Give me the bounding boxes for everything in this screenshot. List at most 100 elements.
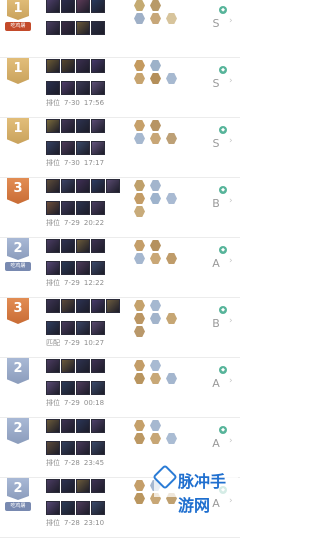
grade-icon: ◆ xyxy=(219,186,227,194)
champion-portrait[interactable] xyxy=(91,321,105,335)
champion-portrait[interactable] xyxy=(76,179,90,193)
champion-portrait[interactable] xyxy=(46,0,60,13)
champion-portrait[interactable] xyxy=(91,441,105,455)
champion-portrait[interactable] xyxy=(61,179,75,193)
champion-portrait[interactable] xyxy=(61,321,75,335)
champion-portrait[interactable] xyxy=(61,261,75,275)
champion-portrait[interactable] xyxy=(46,321,60,335)
champion-portrait[interactable] xyxy=(61,441,75,455)
chevron-right-icon[interactable]: › xyxy=(229,136,233,146)
champion-portrait[interactable] xyxy=(76,201,90,215)
champion-portrait[interactable] xyxy=(46,441,60,455)
champion-portrait[interactable] xyxy=(61,419,75,433)
match-grade: S xyxy=(212,17,220,30)
champion-portrait[interactable] xyxy=(61,479,75,493)
match-row[interactable]: 1 排位 7-30 17:56 ◆ S › xyxy=(0,58,240,118)
champion-portrait[interactable] xyxy=(61,141,75,155)
champion-portrait[interactable] xyxy=(106,179,120,193)
champion-portrait[interactable] xyxy=(91,179,105,193)
champion-portrait[interactable] xyxy=(46,141,60,155)
champion-portrait[interactable] xyxy=(76,141,90,155)
champion-portrait[interactable] xyxy=(91,359,105,373)
trait-hexagon-icon xyxy=(150,373,161,384)
champion-portrait[interactable] xyxy=(91,119,105,133)
champion-portrait[interactable] xyxy=(46,59,60,73)
champion-portrait[interactable] xyxy=(76,239,90,253)
champion-portrait[interactable] xyxy=(76,381,90,395)
match-row[interactable]: 1 排位 7-30 17:17 ◆ S › xyxy=(0,118,240,178)
champion-portrait[interactable] xyxy=(91,381,105,395)
champion-portrait[interactable] xyxy=(91,141,105,155)
champion-portrait[interactable] xyxy=(46,239,60,253)
champion-portrait[interactable] xyxy=(76,501,90,515)
chevron-right-icon[interactable]: › xyxy=(229,16,233,26)
chevron-right-icon[interactable]: › xyxy=(229,376,233,386)
match-date: 7-30 xyxy=(64,99,80,107)
champion-portrait[interactable] xyxy=(46,119,60,133)
champion-portrait[interactable] xyxy=(61,81,75,95)
match-mode: 排位 xyxy=(46,399,60,407)
champion-portrait[interactable] xyxy=(61,299,75,313)
chevron-right-icon[interactable]: › xyxy=(229,256,233,266)
match-row[interactable]: 1 吃鸡屠 ◆ S › xyxy=(0,0,240,58)
champion-portrait[interactable] xyxy=(91,21,105,35)
champion-portrait[interactable] xyxy=(91,479,105,493)
champion-portrait[interactable] xyxy=(76,479,90,493)
match-row[interactable]: 2 排位 7-29 00:18 ◆ A › xyxy=(0,358,240,418)
champion-portrait[interactable] xyxy=(61,201,75,215)
champion-portrait[interactable] xyxy=(91,261,105,275)
champion-portrait[interactable] xyxy=(46,261,60,275)
champion-portrait[interactable] xyxy=(76,21,90,35)
champion-portrait[interactable] xyxy=(61,359,75,373)
champion-portrait[interactable] xyxy=(46,21,60,35)
match-time: 20:22 xyxy=(83,219,105,227)
champion-portrait[interactable] xyxy=(91,81,105,95)
match-mode: 排位 xyxy=(46,279,60,287)
champion-portrait[interactable] xyxy=(76,441,90,455)
champion-portrait[interactable] xyxy=(76,299,90,313)
chevron-right-icon[interactable]: › xyxy=(229,436,233,446)
champion-portrait[interactable] xyxy=(76,81,90,95)
champion-portrait[interactable] xyxy=(91,201,105,215)
champion-portrait[interactable] xyxy=(46,179,60,193)
champion-portrait[interactable] xyxy=(106,299,120,313)
champion-portrait[interactable] xyxy=(46,381,60,395)
match-row[interactable]: 3 排位 7-29 20:22 ◆ B › xyxy=(0,178,240,238)
champion-portrait[interactable] xyxy=(46,479,60,493)
champion-portrait[interactable] xyxy=(46,359,60,373)
match-row[interactable]: 3 匹配 7-29 10:27 ◆ B › xyxy=(0,298,240,358)
champion-portrait[interactable] xyxy=(61,0,75,13)
champion-portrait[interactable] xyxy=(61,119,75,133)
chevron-right-icon[interactable]: › xyxy=(229,76,233,86)
champion-portrait[interactable] xyxy=(61,21,75,35)
champion-portrait[interactable] xyxy=(46,299,60,313)
champion-portrait[interactable] xyxy=(76,321,90,335)
match-mode: 排位 xyxy=(46,459,60,467)
match-grade: B xyxy=(212,197,220,210)
champion-portrait[interactable] xyxy=(61,501,75,515)
chevron-right-icon[interactable]: › xyxy=(229,196,233,206)
match-mode: 排位 xyxy=(46,519,60,527)
champion-portrait[interactable] xyxy=(91,419,105,433)
champion-portrait[interactable] xyxy=(76,0,90,13)
chevron-right-icon[interactable]: › xyxy=(229,316,233,326)
champion-portrait[interactable] xyxy=(76,359,90,373)
champion-portrait[interactable] xyxy=(46,201,60,215)
champion-portrait[interactable] xyxy=(46,81,60,95)
match-row[interactable]: 2 吃鸡屠 排位 7-29 12:22 ◆ A › xyxy=(0,238,240,298)
champion-portrait[interactable] xyxy=(91,0,105,13)
champion-portrait[interactable] xyxy=(46,419,60,433)
champion-portrait[interactable] xyxy=(76,419,90,433)
champion-portrait[interactable] xyxy=(91,501,105,515)
champion-portrait[interactable] xyxy=(91,239,105,253)
champion-portrait[interactable] xyxy=(91,299,105,313)
champion-portrait[interactable] xyxy=(61,59,75,73)
champion-portrait[interactable] xyxy=(76,261,90,275)
champion-portrait[interactable] xyxy=(61,381,75,395)
match-date: 7-28 xyxy=(64,459,80,467)
champion-portrait[interactable] xyxy=(61,239,75,253)
champion-portrait[interactable] xyxy=(76,59,90,73)
champion-portrait[interactable] xyxy=(91,59,105,73)
champion-portrait[interactable] xyxy=(46,501,60,515)
champion-portrait[interactable] xyxy=(76,119,90,133)
